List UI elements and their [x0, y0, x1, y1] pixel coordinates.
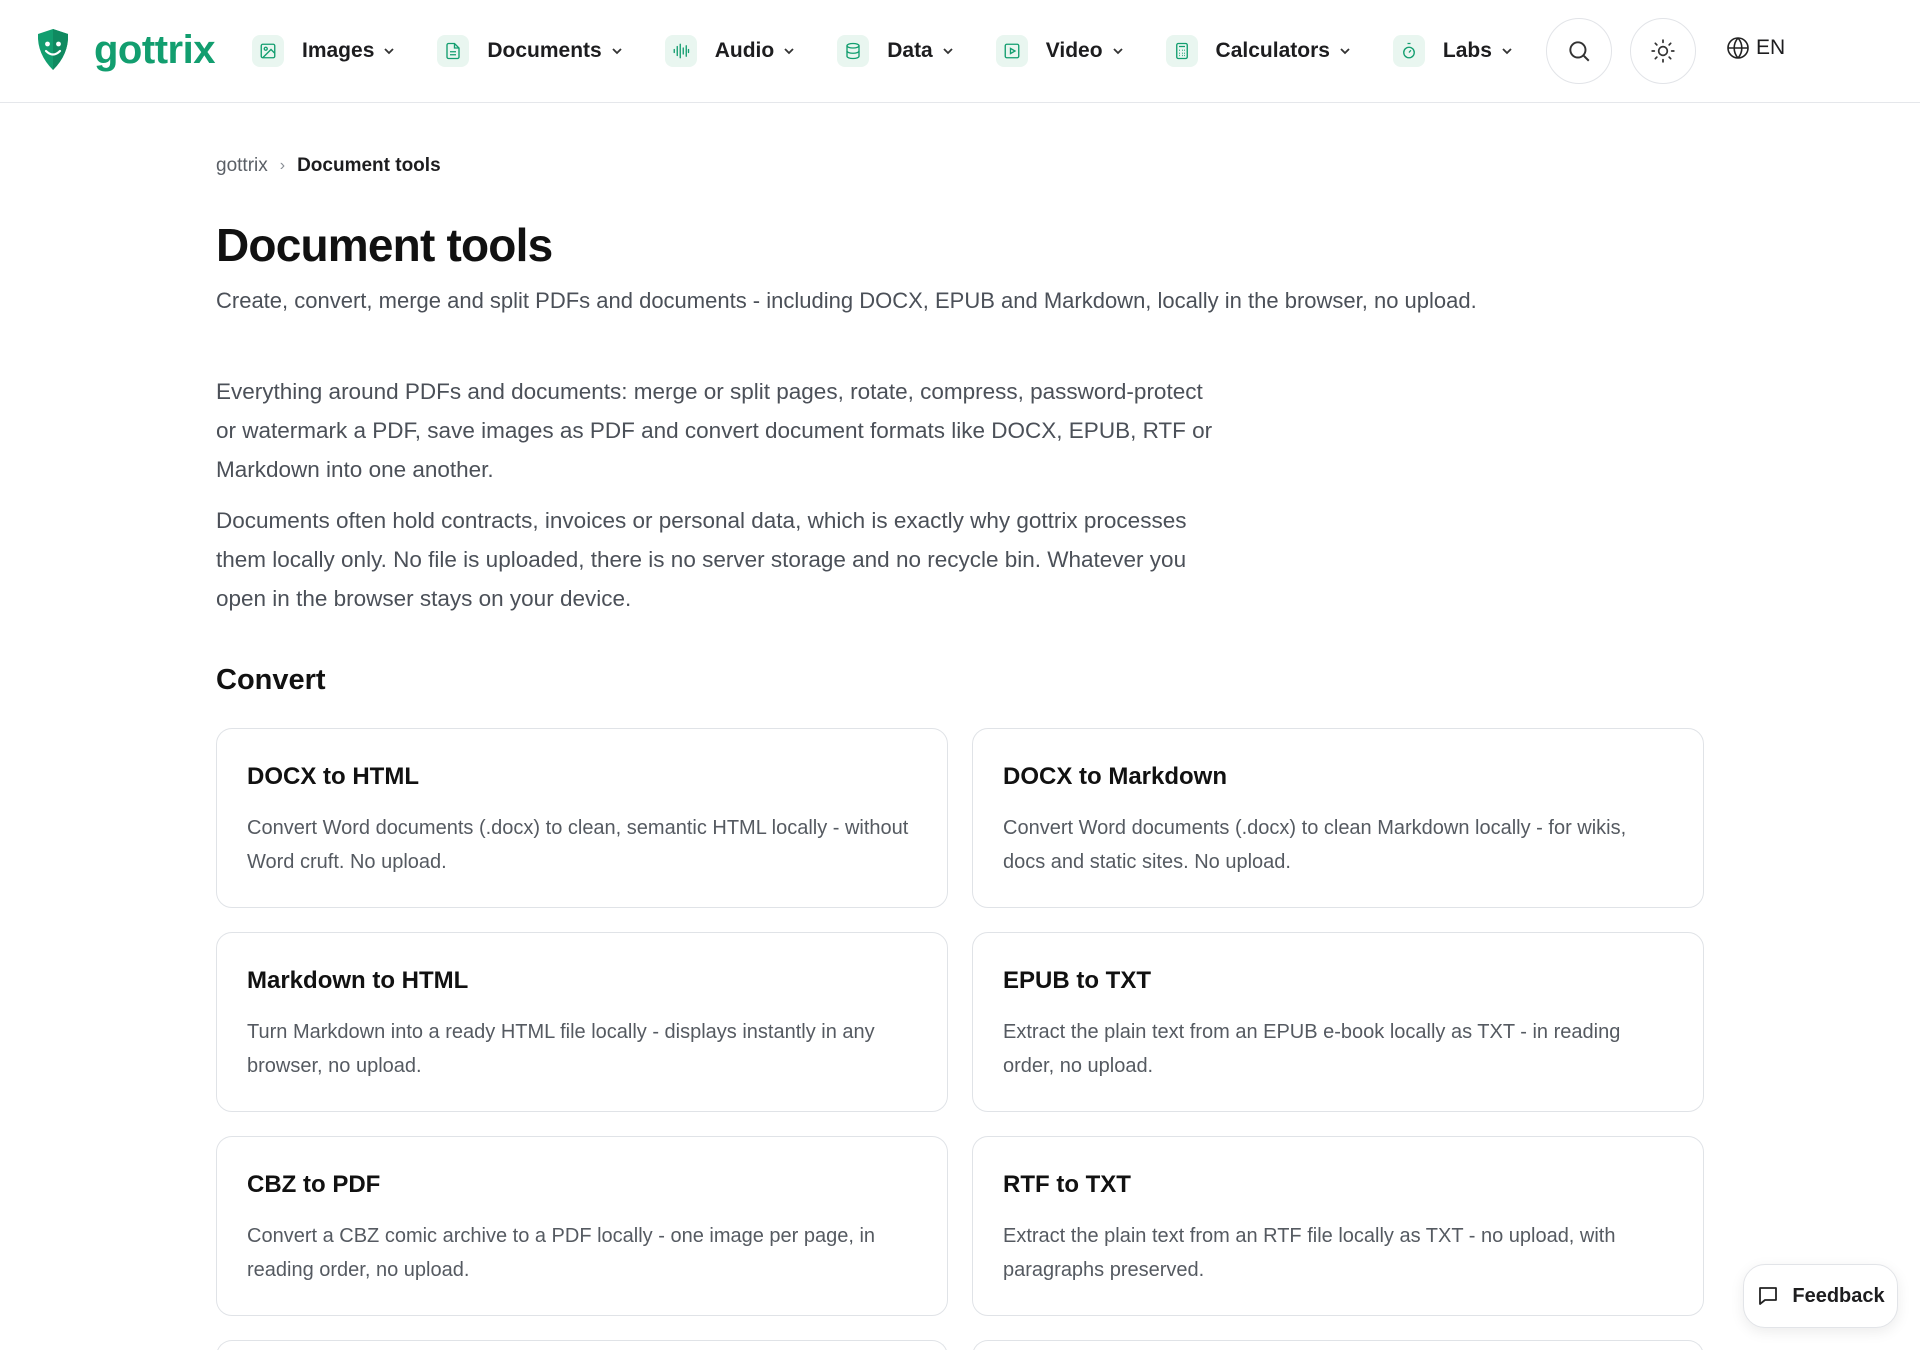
audio-waveform-icon: [664, 35, 697, 67]
nav-video[interactable]: Video: [995, 30, 1124, 72]
breadcrumb-current: Document tools: [297, 155, 441, 176]
chevron-down-icon: [1502, 48, 1512, 55]
nav-label: Data: [887, 39, 933, 62]
nav-audio[interactable]: Audio: [664, 30, 795, 72]
feedback-label: Feedback: [1792, 1284, 1885, 1307]
chevron-down-icon: [1112, 48, 1123, 55]
tool-card-title: CBZ to PDF: [247, 1171, 381, 1198]
globe-icon: [1727, 37, 1749, 59]
tool-card-description: Turn Markdown into a ready HTML file loc…: [247, 1021, 875, 1077]
breadcrumb: gottrix › Document tools: [216, 155, 441, 177]
language-label: EN: [1756, 36, 1786, 59]
nav-images[interactable]: Images: [252, 30, 395, 72]
database-icon: [837, 35, 870, 67]
brand-logo[interactable]: gottrix: [36, 26, 215, 74]
nav-data[interactable]: Data: [837, 30, 954, 72]
timer-icon: [1392, 35, 1425, 67]
tool-card-title: DOCX to Markdown: [1003, 763, 1228, 790]
breadcrumb-separator-icon: ›: [279, 157, 286, 174]
nav-label: Video: [1045, 39, 1103, 62]
tool-card-description: Convert Word documents (.docx) to clean,…: [247, 817, 909, 873]
section-title-convert: Convert: [216, 664, 326, 696]
search-button[interactable]: [1546, 18, 1612, 84]
nav-label: Calculators: [1215, 39, 1330, 62]
tool-card-partial[interactable]: [216, 1340, 948, 1350]
tool-card-description: Extract the plain text from an EPUB e-bo…: [1003, 1021, 1621, 1077]
nav-label: Images: [302, 39, 375, 62]
page-subtitle: Create, convert, merge and split PDFs an…: [216, 288, 1477, 313]
tool-card-title: EPUB to TXT: [1003, 967, 1151, 994]
tool-card-docx-to-markdown[interactable]: DOCX to Markdown Convert Word documents …: [972, 728, 1704, 908]
nav-calculators[interactable]: Calculators: [1165, 30, 1351, 72]
image-icon: [252, 35, 284, 67]
chevron-down-icon: [784, 48, 794, 55]
tool-card-rtf-to-txt[interactable]: RTF to TXT Extract the plain text from a…: [972, 1136, 1704, 1316]
nav-documents[interactable]: Documents: [437, 30, 622, 72]
theme-toggle-button[interactable]: [1630, 18, 1696, 84]
nav-label: Audio: [714, 39, 775, 62]
intro-text: Everything around PDFs and documents: me…: [216, 372, 1216, 618]
tool-card-title: RTF to TXT: [1003, 1171, 1131, 1198]
chat-bubble-icon: [1759, 1287, 1778, 1305]
language-switcher[interactable]: EN: [1726, 36, 1785, 60]
breadcrumb-home-link[interactable]: gottrix: [216, 155, 268, 177]
tool-card-cbz-to-pdf[interactable]: CBZ to PDF Convert a CBZ comic archive t…: [216, 1136, 948, 1316]
tool-card-docx-to-html[interactable]: DOCX to HTML Convert Word documents (.do…: [216, 728, 948, 908]
intro-paragraph: Everything around PDFs and documents: me…: [216, 379, 1213, 482]
search-icon: [1569, 41, 1590, 62]
chevron-down-icon: [384, 48, 395, 55]
calculator-icon: [1165, 35, 1198, 67]
tool-card-epub-to-txt[interactable]: EPUB to TXT Extract the plain text from …: [972, 932, 1704, 1112]
tool-card-grid: DOCX to HTML Convert Word documents (.do…: [216, 728, 1704, 1350]
logo-shield-icon: [37, 29, 69, 70]
tool-card-title: Markdown to HTML: [247, 967, 469, 994]
nav-label: Documents: [487, 39, 602, 62]
nav-label: Labs: [1442, 39, 1492, 62]
chevron-down-icon: [612, 48, 622, 55]
sun-icon: [1651, 39, 1675, 63]
site-header: gottrix Images Documents Audio Data Vide…: [0, 0, 1920, 103]
tool-card-partial[interactable]: [972, 1340, 1704, 1350]
chevron-down-icon: [1340, 48, 1350, 55]
feedback-button[interactable]: Feedback: [1743, 1264, 1898, 1328]
chevron-down-icon: [943, 48, 953, 55]
tool-card-description: Convert Word documents (.docx) to clean …: [1003, 817, 1627, 873]
tool-card-description: Convert a CBZ comic archive to a PDF loc…: [247, 1225, 876, 1281]
tool-card-title: DOCX to HTML: [247, 763, 419, 790]
brand-name: gottrix: [94, 28, 215, 72]
video-icon: [995, 35, 1028, 67]
document-icon: [437, 35, 470, 67]
main-nav: Images Documents Audio Data Video Calcul…: [252, 30, 1555, 72]
tool-card-markdown-to-html[interactable]: Markdown to HTML Turn Markdown into a re…: [216, 932, 948, 1112]
page-title: Document tools: [216, 219, 553, 271]
nav-labs[interactable]: Labs: [1392, 30, 1513, 72]
intro-paragraph: Documents often hold contracts, invoices…: [216, 508, 1187, 611]
tool-card-description: Extract the plain text from an RTF file …: [1003, 1225, 1616, 1281]
